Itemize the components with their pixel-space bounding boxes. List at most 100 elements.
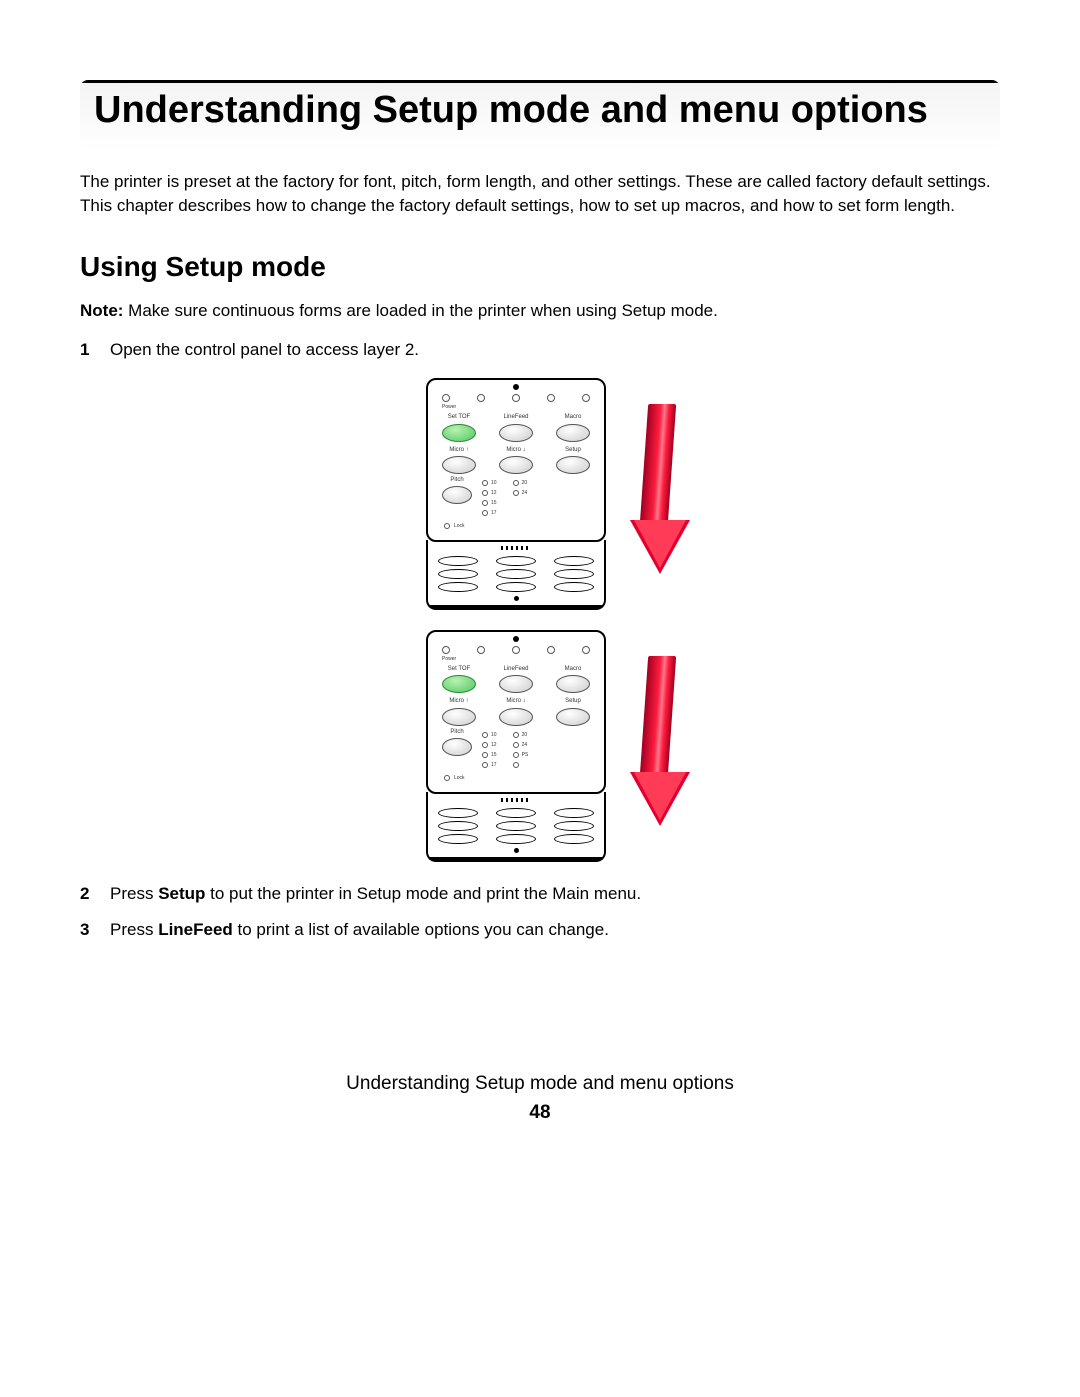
btn-label-linefeed: LineFeed [503,413,528,421]
pitch-24: 24 [522,490,528,497]
microdn-button-icon [499,456,533,474]
btn-label-pitch: Pitch [450,728,463,736]
led-icon [482,480,488,486]
btn-label-setup: Setup [565,697,581,705]
macro-button-icon [556,424,590,442]
intro-paragraph: The printer is preset at the factory for… [80,170,1000,218]
led-icon [477,394,485,402]
pitch-15: 15 [491,752,497,759]
linefeed-button-icon [499,424,533,442]
pitch-button-icon [442,738,472,756]
led-icon [513,490,519,496]
btn-label-linefeed: LineFeed [503,665,528,673]
led-icon [547,646,555,654]
footer-title: Understanding Setup mode and menu option… [80,1071,1000,1098]
btn-label-macro: Macro [565,413,582,421]
led-icon [512,646,520,654]
pitch-12: 12 [491,490,497,497]
btn-label-setup: Setup [565,446,581,454]
figure-2: Power Set TOF LineFeed Macro Micro ↑ Mic… [426,630,684,862]
led-icon [442,646,450,654]
page-title: Understanding Setup mode and menu option… [80,80,1000,150]
btn-label-microup: Micro ↑ [449,697,468,705]
step-1: Open the control panel to access layer 2… [80,338,1000,861]
figure-group: Power Set TOF LineFeed Macro Micro ↑ Mic… [110,378,1000,862]
btn-label-settof: Set TOF [448,413,470,421]
lock-label: Lock [454,775,465,782]
power-label: Power [436,656,596,663]
led-icon [444,775,450,781]
down-arrow-icon [636,656,684,836]
note-paragraph: Note: Make sure continuous forms are loa… [80,299,1000,323]
control-panel-illustration: Power Set TOF LineFeed Macro Micro ↑ Mic… [426,378,606,610]
page-footer: Understanding Setup mode and menu option… [80,1071,1000,1126]
pitch-10: 10 [491,732,497,739]
led-icon [444,523,450,529]
microup-button-icon [442,456,476,474]
pitch-12: 12 [491,742,497,749]
footer-page-number: 48 [80,1100,1000,1127]
figure-1: Power Set TOF LineFeed Macro Micro ↑ Mic… [426,378,684,610]
panel-tray [426,540,606,610]
pitch-17: 17 [491,762,497,769]
led-icon [513,742,519,748]
linefeed-button-icon [499,675,533,693]
step-3-key: LineFeed [158,920,233,939]
led-icon [513,732,519,738]
lock-label: Lock [454,523,465,530]
down-arrow-icon [636,404,684,584]
led-icon [482,762,488,768]
led-icon [482,510,488,516]
step-1-text: Open the control panel to access layer 2… [110,340,419,359]
led-icon [547,394,555,402]
step-2-key: Setup [158,884,205,903]
btn-label-microdn: Micro ↓ [506,697,525,705]
settof-button-icon [442,424,476,442]
pitch-20: 20 [522,732,528,739]
note-body: Make sure continuous forms are loaded in… [123,301,717,320]
btn-label-settof: Set TOF [448,665,470,673]
step-2-post: to put the printer in Setup mode and pri… [205,884,641,903]
btn-label-macro: Macro [565,665,582,673]
led-icon [582,646,590,654]
led-icon [482,490,488,496]
control-panel-illustration: Power Set TOF LineFeed Macro Micro ↑ Mic… [426,630,606,862]
step-3: Press LineFeed to print a list of availa… [80,918,1000,942]
pitch-button-icon [442,486,472,504]
pitch-20: 20 [522,480,528,487]
led-icon [477,646,485,654]
pitch-24: 24 [522,742,528,749]
led-icon [513,480,519,486]
settof-button-icon [442,675,476,693]
microup-button-icon [442,708,476,726]
led-icon [482,732,488,738]
pitch-17: 17 [491,510,497,517]
led-icon [513,752,519,758]
btn-label-microdn: Micro ↓ [506,446,525,454]
led-icon [582,394,590,402]
step-3-post: to print a list of available options you… [233,920,609,939]
led-icon [442,394,450,402]
led-icon [512,394,520,402]
step-3-pre: Press [110,920,158,939]
step-2-pre: Press [110,884,158,903]
setup-button-icon [556,456,590,474]
pitch-15: 15 [491,500,497,507]
setup-button-icon [556,708,590,726]
note-label: Note: [80,301,123,320]
led-icon [482,742,488,748]
microdn-button-icon [499,708,533,726]
section-heading: Using Setup mode [80,247,1000,286]
btn-label-pitch: Pitch [450,476,463,484]
steps-list: Open the control panel to access layer 2… [80,338,1000,941]
panel-tray [426,792,606,862]
step-2: Press Setup to put the printer in Setup … [80,882,1000,906]
macro-button-icon [556,675,590,693]
pitch-10: 10 [491,480,497,487]
pitch-ps: PS [522,752,529,759]
led-icon [482,752,488,758]
btn-label-microup: Micro ↑ [449,446,468,454]
led-icon [482,500,488,506]
led-icon [513,762,519,768]
power-label: Power [436,404,596,411]
